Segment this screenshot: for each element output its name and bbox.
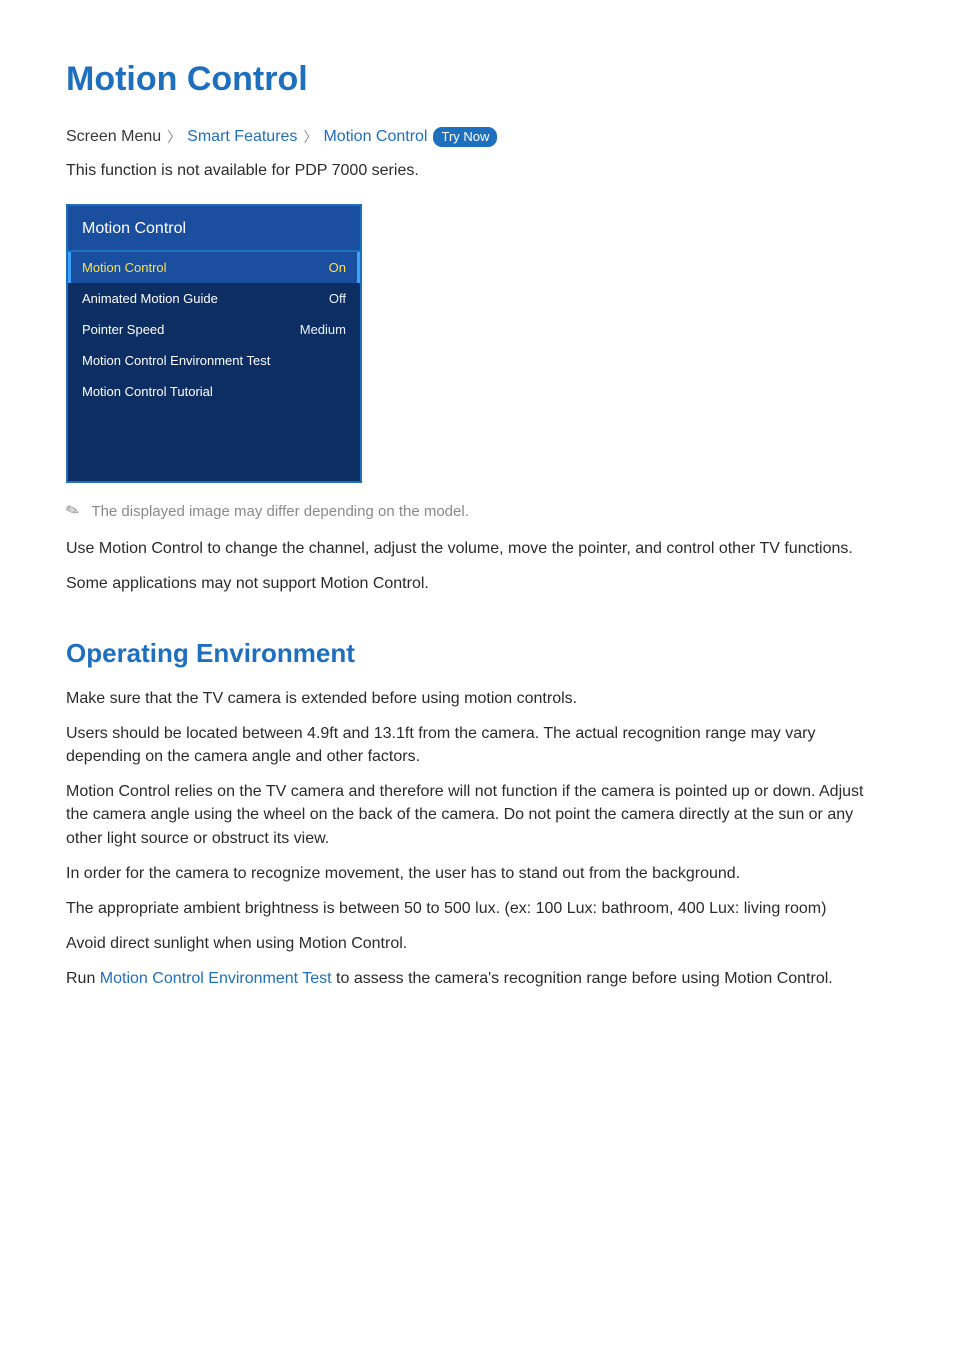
description-2: Some applications may not support Motion…: [66, 572, 888, 595]
row-label: Motion Control Environment Test: [82, 353, 270, 368]
op-env-p7-post: to assess the camera's recognition range…: [332, 970, 833, 987]
chevron-right-icon: 〉: [301, 127, 319, 147]
op-env-p6: Avoid direct sunlight when using Motion …: [66, 932, 888, 955]
row-value: Off: [329, 291, 346, 306]
panel-row-tutorial[interactable]: Motion Control Tutorial: [68, 376, 360, 407]
row-label: Motion Control Tutorial: [82, 384, 213, 399]
row-label: Pointer Speed: [82, 322, 164, 337]
motion-control-env-test-link[interactable]: Motion Control Environment Test: [100, 970, 332, 987]
panel-row-motion-control[interactable]: Motion Control On: [68, 252, 360, 283]
row-value: On: [329, 260, 346, 275]
try-now-badge[interactable]: Try Now: [433, 127, 497, 147]
panel-row-pointer-speed[interactable]: Pointer Speed Medium: [68, 314, 360, 345]
panel-row-animated-guide[interactable]: Animated Motion Guide Off: [68, 283, 360, 314]
panel-row-environment-test[interactable]: Motion Control Environment Test: [68, 345, 360, 376]
chevron-right-icon: 〉: [165, 127, 183, 147]
op-env-p5: The appropriate ambient brightness is be…: [66, 897, 888, 920]
op-env-p7: Run Motion Control Environment Test to a…: [66, 967, 888, 990]
op-env-p3: Motion Control relies on the TV camera a…: [66, 780, 888, 850]
row-label: Motion Control: [82, 260, 167, 275]
image-note-text: The displayed image may differ depending…: [91, 503, 468, 520]
pencil-icon: ✎: [63, 499, 82, 522]
breadcrumb-prefix: Screen Menu: [66, 128, 161, 146]
image-note: ✎ The displayed image may differ dependi…: [66, 501, 888, 521]
page-title: Motion Control: [66, 60, 888, 99]
op-env-p1: Make sure that the TV camera is extended…: [66, 687, 888, 710]
op-env-p7-pre: Run: [66, 970, 100, 987]
breadcrumb-smart-features[interactable]: Smart Features: [187, 128, 297, 146]
breadcrumb-motion-control[interactable]: Motion Control: [323, 128, 427, 146]
motion-control-panel: Motion Control Motion Control On Animate…: [66, 204, 362, 483]
op-env-p2: Users should be located between 4.9ft an…: [66, 722, 888, 768]
description-1: Use Motion Control to change the channel…: [66, 537, 888, 560]
panel-header: Motion Control: [68, 206, 360, 250]
op-env-p4: In order for the camera to recognize mov…: [66, 862, 888, 885]
row-label: Animated Motion Guide: [82, 291, 218, 306]
row-value: Medium: [300, 322, 346, 337]
panel-body: Motion Control On Animated Motion Guide …: [68, 250, 360, 481]
intro-note: This function is not available for PDP 7…: [66, 159, 888, 182]
breadcrumb: Screen Menu 〉 Smart Features 〉 Motion Co…: [66, 127, 888, 147]
operating-environment-title: Operating Environment: [66, 638, 888, 669]
